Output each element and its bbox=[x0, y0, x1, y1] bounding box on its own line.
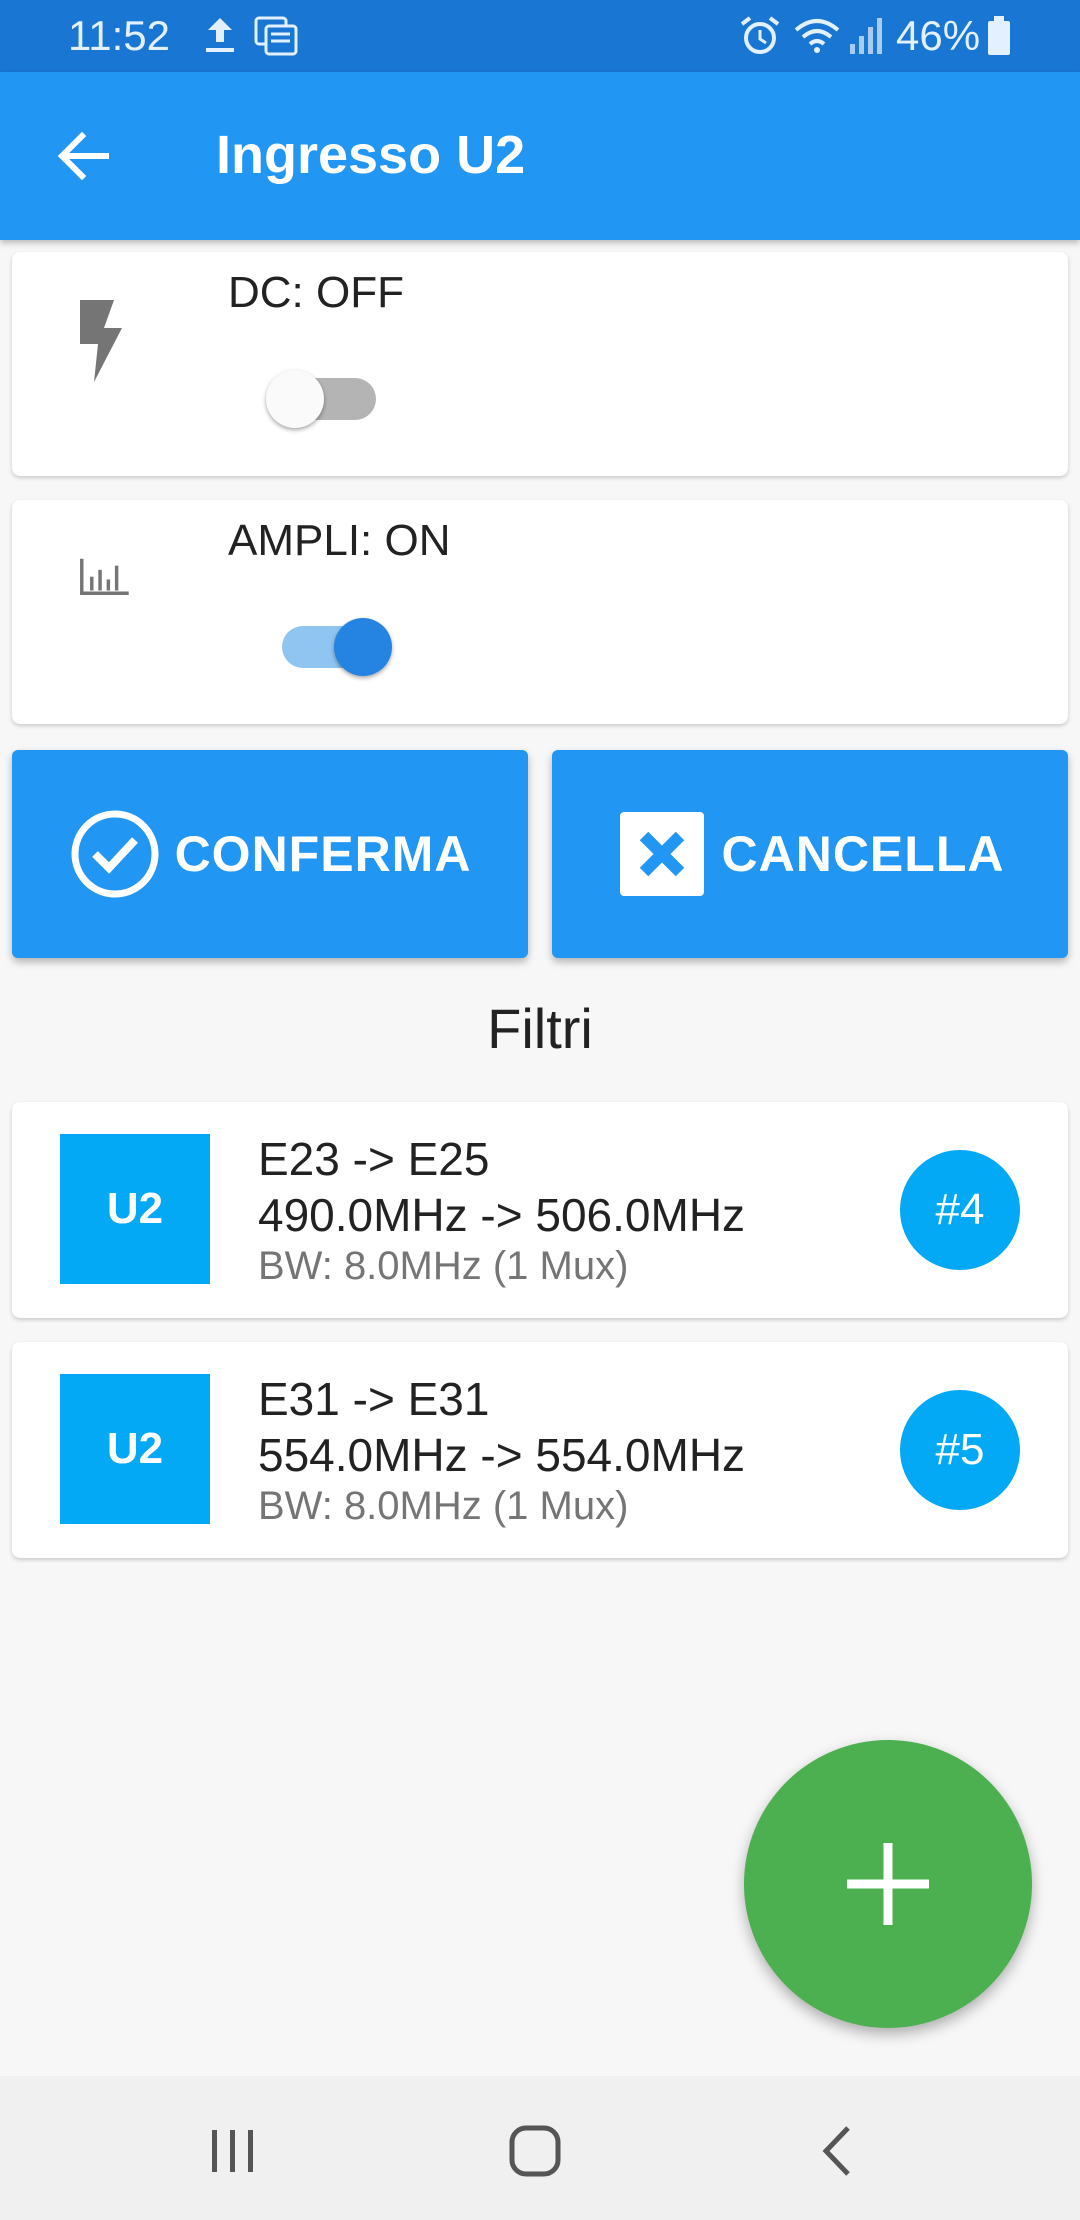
filter-bandwidth: BW: 8.0MHz (1 Mux) bbox=[258, 1484, 629, 1528]
bar-chart-icon bbox=[80, 558, 129, 596]
status-bar: 11:52 46% bbox=[0, 0, 1080, 72]
filter-channels: E23 -> E25 bbox=[258, 1133, 490, 1185]
filter-item[interactable]: U2 E31 -> E31 554.0MHz -> 554.0MHz BW: 8… bbox=[12, 1342, 1068, 1558]
dc-label: DC: OFF bbox=[228, 268, 404, 317]
close-box-icon bbox=[619, 812, 704, 896]
system-nav-bar bbox=[0, 2076, 1080, 2220]
arrow-back-icon[interactable] bbox=[52, 124, 116, 188]
filter-frequencies: 490.0MHz -> 506.0MHz bbox=[258, 1189, 746, 1241]
add-icon bbox=[847, 1843, 929, 1925]
dc-toggle-card: DC: OFF bbox=[12, 252, 1068, 476]
dc-switch-thumb bbox=[266, 370, 324, 428]
filter-bandwidth: BW: 8.0MHz (1 Mux) bbox=[258, 1244, 629, 1288]
back-nav-icon[interactable] bbox=[804, 2116, 874, 2186]
home-icon[interactable] bbox=[500, 2116, 570, 2186]
filter-tag: U2 bbox=[60, 1374, 210, 1524]
filters-title: Filtri bbox=[487, 997, 593, 1060]
ampli-toggle-card: AMPLI: ON bbox=[12, 500, 1068, 724]
app-bar: Ingresso U2 bbox=[0, 72, 1080, 240]
status-time: 11:52 bbox=[68, 12, 170, 59]
ampli-switch-thumb bbox=[334, 618, 392, 676]
dc-switch[interactable] bbox=[266, 362, 384, 428]
page-title: Ingresso U2 bbox=[216, 125, 526, 185]
filter-number-badge: #4 bbox=[900, 1150, 1020, 1270]
wifi-icon bbox=[794, 19, 840, 53]
alarm-icon bbox=[740, 16, 780, 54]
cancel-button[interactable]: CANCELLA bbox=[552, 750, 1068, 958]
battery-icon bbox=[988, 16, 1010, 55]
ampli-switch[interactable] bbox=[274, 610, 392, 676]
filter-tag: U2 bbox=[60, 1134, 210, 1284]
notifications-icon bbox=[254, 16, 298, 56]
filter-item[interactable]: U2 E23 -> E25 490.0MHz -> 506.0MHz BW: 8… bbox=[12, 1102, 1068, 1318]
confirm-label: CONFERMA bbox=[174, 826, 472, 882]
battery-percent: 46% bbox=[896, 12, 981, 59]
ampli-label: AMPLI: ON bbox=[228, 516, 451, 565]
filter-channels: E31 -> E31 bbox=[258, 1373, 490, 1425]
add-filter-button[interactable] bbox=[744, 1740, 1032, 2028]
confirm-button[interactable]: CONFERMA bbox=[12, 750, 528, 958]
signal-icon bbox=[850, 18, 882, 54]
upload-icon bbox=[206, 18, 234, 52]
cancel-label: CANCELLA bbox=[721, 826, 1005, 882]
recent-apps-icon[interactable] bbox=[198, 2116, 268, 2186]
flash-icon bbox=[80, 300, 122, 382]
filter-number-badge: #5 bbox=[900, 1390, 1020, 1510]
filter-frequencies: 554.0MHz -> 554.0MHz bbox=[258, 1429, 746, 1481]
check-circle-icon bbox=[71, 810, 159, 898]
